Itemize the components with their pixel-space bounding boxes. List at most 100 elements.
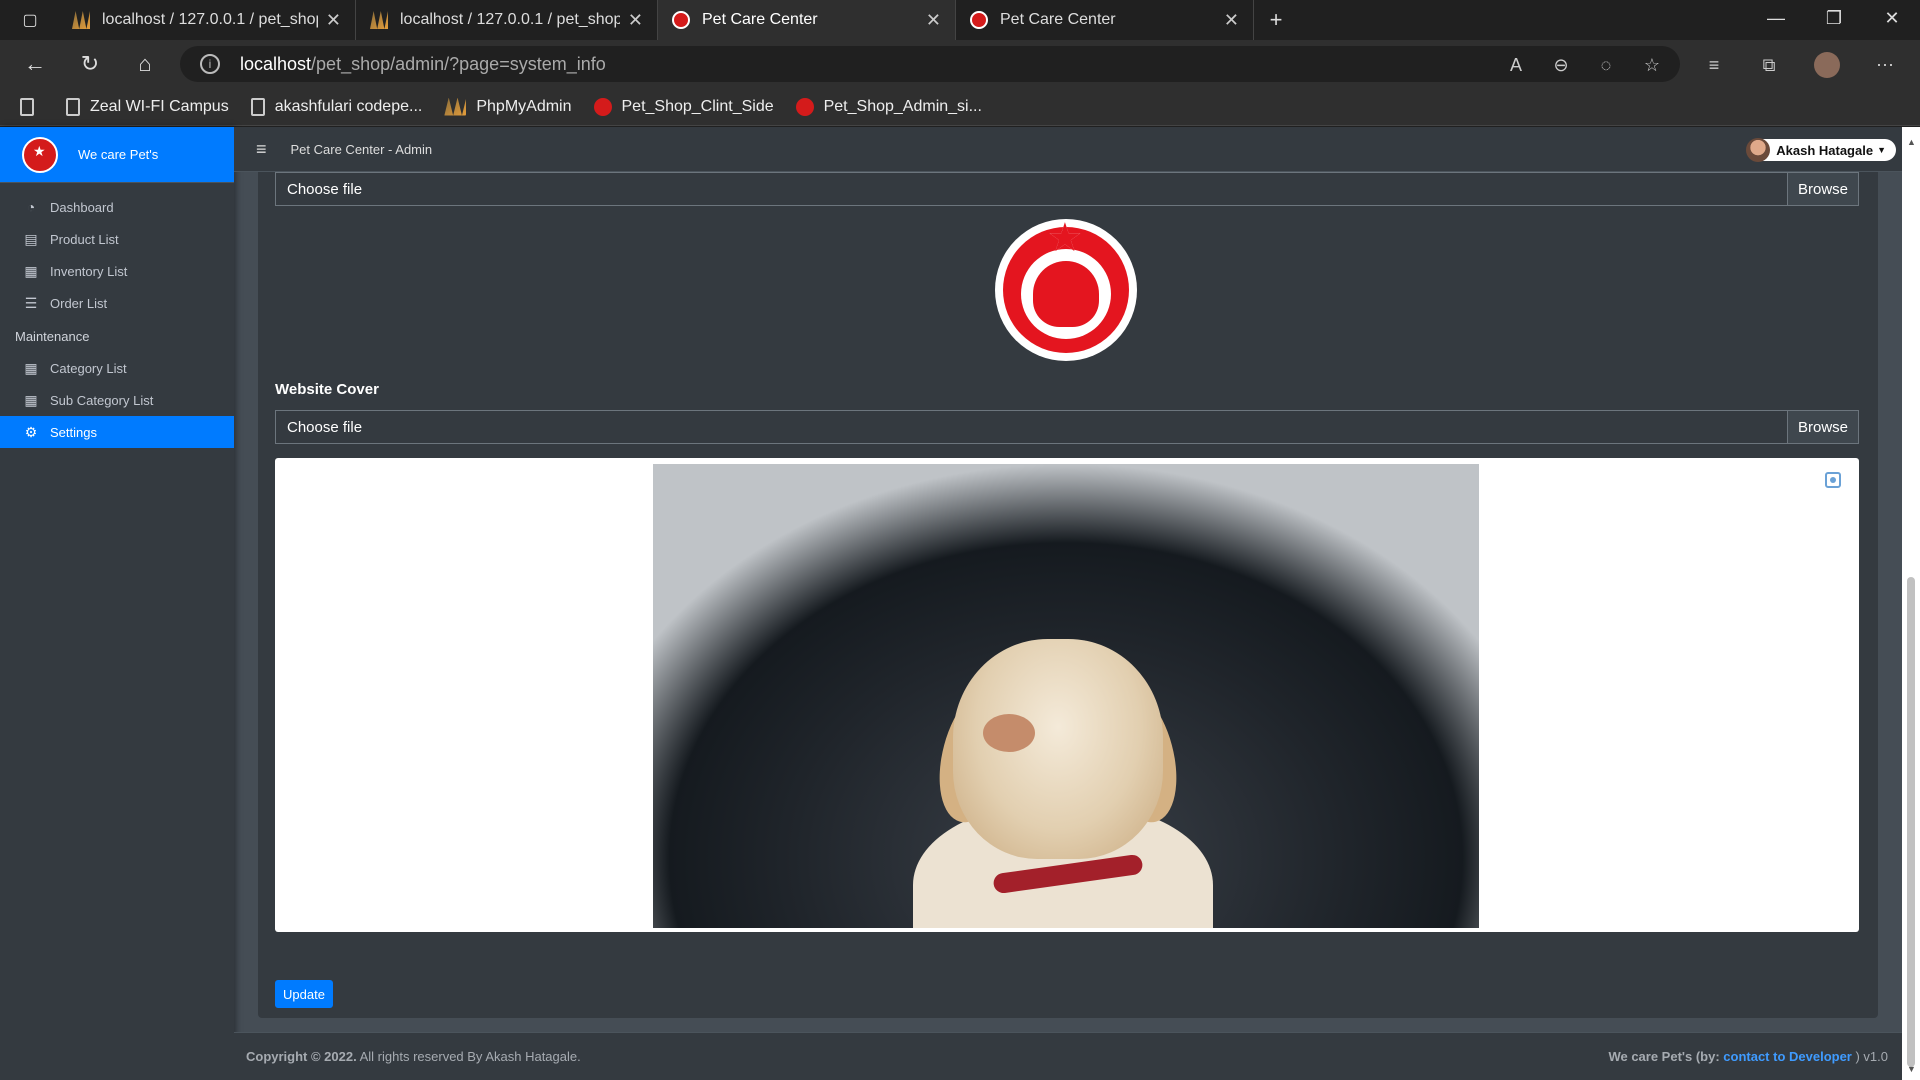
- phpmyadmin-icon: [444, 97, 467, 116]
- window-close-icon[interactable]: ✕: [1872, 8, 1912, 32]
- read-aloud-icon[interactable]: A: [1503, 52, 1529, 78]
- home-icon[interactable]: ⌂: [132, 52, 158, 78]
- browser-tab-3-active[interactable]: Pet Care Center ✕: [658, 0, 956, 40]
- clipboard-icon: ▦: [24, 262, 38, 279]
- hamburger-menu-icon[interactable]: ≡: [256, 139, 267, 160]
- profile-avatar[interactable]: [1814, 52, 1840, 78]
- url-input[interactable]: i localhost/pet_shop/admin/?page=system_…: [180, 46, 1680, 82]
- scroll-down-icon[interactable]: ▼: [1907, 1064, 1916, 1074]
- copyright-rest: All rights reserved By Akash Hatagale.: [356, 1049, 581, 1064]
- file-input-label: Choose file: [287, 180, 363, 198]
- new-tab-icon[interactable]: +: [1266, 7, 1286, 32]
- file-input-label: Choose file: [287, 418, 363, 436]
- cover-preview: [275, 458, 1859, 932]
- browser-tab-1[interactable]: localhost / 127.0.0.1 / pet_shop_ ✕: [58, 0, 356, 40]
- collections-icon[interactable]: ⧉: [1756, 52, 1782, 78]
- brand-link[interactable]: We care Pet's: [0, 127, 234, 183]
- bookmark-page-icon-only[interactable]: [20, 97, 44, 116]
- browse-button[interactable]: Browse: [1787, 411, 1858, 443]
- close-icon[interactable]: ✕: [326, 10, 341, 31]
- url-host: localhost: [240, 53, 312, 74]
- bookmark-client-side[interactable]: Pet_Shop_Clint_Side: [593, 97, 774, 116]
- url-path: /pet_shop/admin/?page=system_info: [311, 53, 606, 74]
- bookmark-label: PhpMyAdmin: [476, 97, 572, 115]
- scroll-thumb[interactable]: [1907, 577, 1915, 1067]
- bookmark-phpmyadmin[interactable]: PhpMyAdmin: [444, 97, 572, 116]
- zoom-icon[interactable]: ⊖: [1548, 52, 1574, 78]
- credit-text: We care Pet's (by: contact to Developer …: [1608, 1049, 1888, 1064]
- scroll-up-icon[interactable]: ▲: [1907, 137, 1916, 147]
- credit-suffix: ) v1.0: [1851, 1049, 1888, 1064]
- sidebar-item-inventory-list[interactable]: ▦ Inventory List: [0, 255, 234, 287]
- top-navbar: ≡ Pet Care Center - Admin Akash Hatagale…: [234, 127, 1902, 172]
- minimize-icon[interactable]: —: [1756, 8, 1796, 32]
- avatar: [1746, 138, 1771, 162]
- bookmark-akashfulari[interactable]: akashfulari codepe...: [250, 97, 422, 116]
- user-dropdown[interactable]: Akash Hatagale ▼: [1746, 138, 1896, 162]
- tab-title: localhost / 127.0.0.1 / pet_shop_: [102, 11, 318, 28]
- bookmark-admin-side[interactable]: Pet_Shop_Admin_si...: [795, 97, 982, 116]
- copyright-bold: Copyright © 2022.: [246, 1049, 357, 1064]
- dog-head: [953, 639, 1163, 859]
- bookmark-zeal[interactable]: Zeal WI-FI Campus: [66, 97, 229, 116]
- more-options-icon[interactable]: ⋯: [1872, 52, 1898, 78]
- sidebar-item-label: Settings: [50, 424, 97, 440]
- footer: Copyright © 2022. All rights reserved By…: [234, 1032, 1902, 1080]
- pet-logo-icon: ★: [1003, 216, 1129, 353]
- browser-tab-2[interactable]: localhost / 127.0.0.1 / pet_shop_ ✕: [356, 0, 658, 40]
- refresh-icon[interactable]: ↻: [77, 52, 103, 78]
- tab-title: Pet Care Center: [702, 11, 818, 28]
- bookmark-label: Pet_Shop_Clint_Side: [621, 97, 774, 115]
- brand-logo-icon: [22, 136, 58, 173]
- user-name: Akash Hatagale: [1776, 142, 1874, 158]
- bookmarks-bar: Zeal WI-FI Campus akashfulari codepe... …: [0, 88, 1920, 126]
- sidebar-item-product-list[interactable]: ▤ Product List: [0, 223, 234, 255]
- sidebar-item-category-list[interactable]: ▦ Category List: [0, 352, 234, 384]
- cover-file-input[interactable]: Choose file Browse: [275, 410, 1859, 444]
- tab-title: Pet Care Center: [1000, 11, 1116, 28]
- close-icon[interactable]: ✕: [628, 10, 643, 31]
- page-scrollbar[interactable]: ▲ ▼: [1902, 127, 1920, 1080]
- browser-tab-bar: ▢ localhost / 127.0.0.1 / pet_shop_ ✕ lo…: [0, 0, 1920, 40]
- sidebar-item-label: Category List: [50, 360, 127, 376]
- gears-icon: ⚙: [24, 423, 38, 440]
- browse-button[interactable]: Browse: [1787, 173, 1858, 205]
- add-favorite-icon[interactable]: ☆: [1639, 52, 1665, 78]
- restore-icon[interactable]: ❐: [1814, 8, 1854, 32]
- close-icon[interactable]: ✕: [1224, 10, 1239, 31]
- developer-contact-link[interactable]: contact to Developer: [1723, 1049, 1852, 1064]
- address-bar-row: ← ↻ ⌂ i localhost/pet_shop/admin/?page=s…: [0, 40, 1920, 88]
- pet-logo-icon: [970, 11, 988, 29]
- page-icon: [250, 97, 265, 116]
- website-cover-label: Website Cover: [275, 381, 379, 398]
- phpmyadmin-icon: [370, 11, 388, 29]
- site-info-icon[interactable]: i: [200, 54, 220, 74]
- dog-nose: [983, 714, 1035, 752]
- copyright-text: Copyright © 2022. All rights reserved By…: [246, 1049, 581, 1064]
- visual-search-icon[interactable]: [1825, 472, 1841, 488]
- sidebar-item-label: Order List: [50, 295, 108, 311]
- tracking-icon[interactable]: ◌: [1593, 52, 1619, 78]
- tab-actions-icon[interactable]: ▢: [20, 10, 40, 30]
- sidebar-item-dashboard[interactable]: ◔ Dashboard: [0, 191, 234, 223]
- credit-prefix: We care Pet's (by:: [1608, 1049, 1724, 1064]
- sidebar-item-sub-category-list[interactable]: ▦ Sub Category List: [0, 384, 234, 416]
- update-button[interactable]: Update: [275, 980, 333, 1008]
- bookmark-label: Zeal WI-FI Campus: [90, 97, 229, 115]
- sidebar-item-label: Dashboard: [50, 199, 114, 215]
- sidebar-item-order-list[interactable]: ☰ Order List: [0, 287, 234, 319]
- bookmark-label: Pet_Shop_Admin_si...: [823, 97, 982, 115]
- sidebar-item-label: Inventory List: [50, 263, 128, 279]
- browser-tab-4[interactable]: Pet Care Center ✕: [956, 0, 1254, 40]
- pet-logo-icon: [593, 97, 612, 116]
- gauge-icon: ◔: [26, 199, 36, 215]
- favorites-icon[interactable]: ≡: [1701, 52, 1727, 78]
- sidebar-item-settings[interactable]: ⚙ Settings: [0, 416, 234, 448]
- sidebar: We care Pet's ◔ Dashboard ▤ Product List ▦…: [0, 127, 234, 1080]
- logo-preview: ★: [995, 216, 1137, 361]
- pet-logo-icon: [795, 97, 814, 116]
- logo-file-input[interactable]: Choose file Browse: [275, 172, 1859, 206]
- close-icon[interactable]: ✕: [926, 10, 941, 31]
- back-icon[interactable]: ←: [22, 52, 48, 78]
- page-title: Pet Care Center - Admin: [290, 141, 433, 157]
